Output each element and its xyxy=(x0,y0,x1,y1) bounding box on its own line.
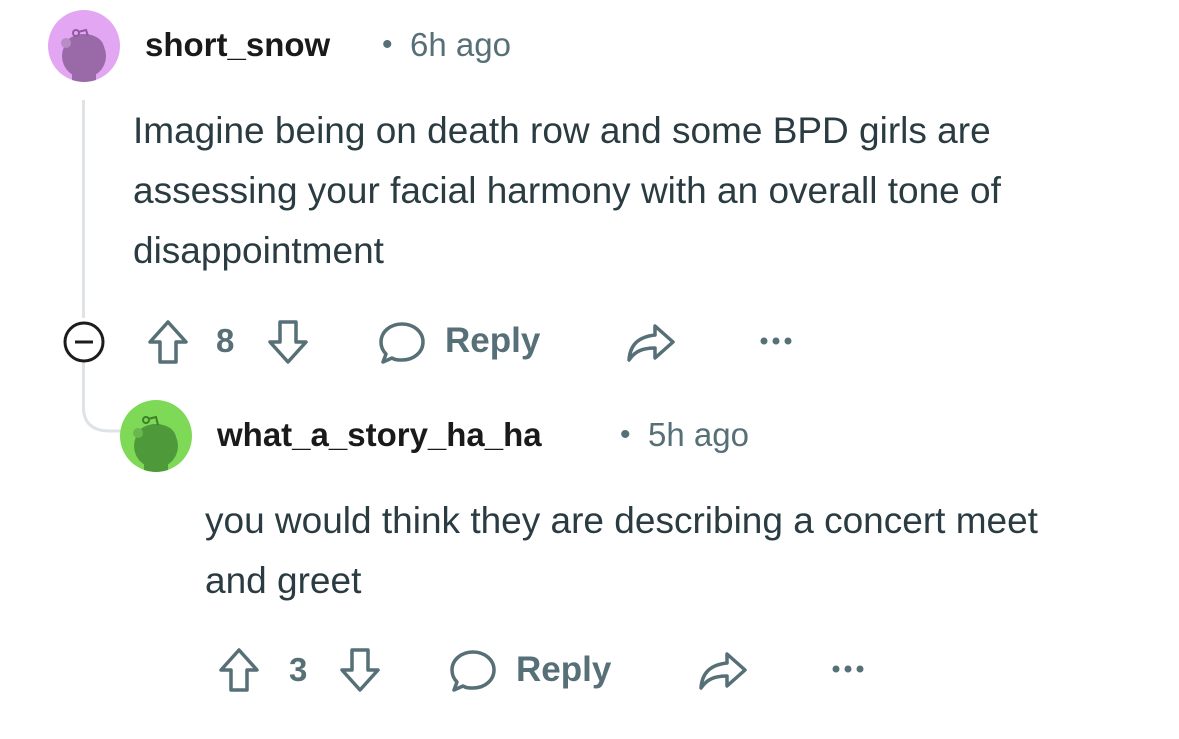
comment-timestamp[interactable]: 6h ago xyxy=(410,26,511,64)
meta-separator: • xyxy=(620,418,631,451)
reply-button[interactable]: Reply xyxy=(445,321,540,361)
thread-line xyxy=(82,100,85,318)
meta-separator: • xyxy=(382,28,393,61)
comment-body: Imagine being on death row and some BPD … xyxy=(133,110,1001,271)
comment-timestamp[interactable]: 5h ago xyxy=(648,416,749,454)
downvote-icon[interactable] xyxy=(338,646,382,694)
vote-count: 8 xyxy=(216,322,235,359)
reply-button[interactable]: Reply xyxy=(516,650,611,690)
snoo-avatar-icon xyxy=(133,415,178,472)
share-icon[interactable] xyxy=(697,648,749,692)
comment-body: you would think they are describing a co… xyxy=(205,500,1038,601)
snoo-avatar-icon xyxy=(61,28,106,82)
reply-bubble-icon[interactable] xyxy=(377,320,427,366)
upvote-icon[interactable] xyxy=(146,318,190,366)
reply-bubble-icon[interactable] xyxy=(448,648,498,694)
downvote-icon[interactable] xyxy=(266,318,310,366)
more-options-icon[interactable] xyxy=(830,662,866,676)
more-options-icon[interactable] xyxy=(758,334,794,348)
collapse-thread-icon[interactable] xyxy=(62,320,106,364)
avatar[interactable] xyxy=(120,400,192,472)
vote-count: 3 xyxy=(289,651,308,688)
upvote-icon[interactable] xyxy=(217,646,261,694)
share-icon[interactable] xyxy=(625,320,677,364)
avatar[interactable] xyxy=(48,10,120,82)
comment-author[interactable]: short_snow xyxy=(145,26,330,64)
comment-author[interactable]: what_a_story_ha_ha xyxy=(217,416,542,454)
